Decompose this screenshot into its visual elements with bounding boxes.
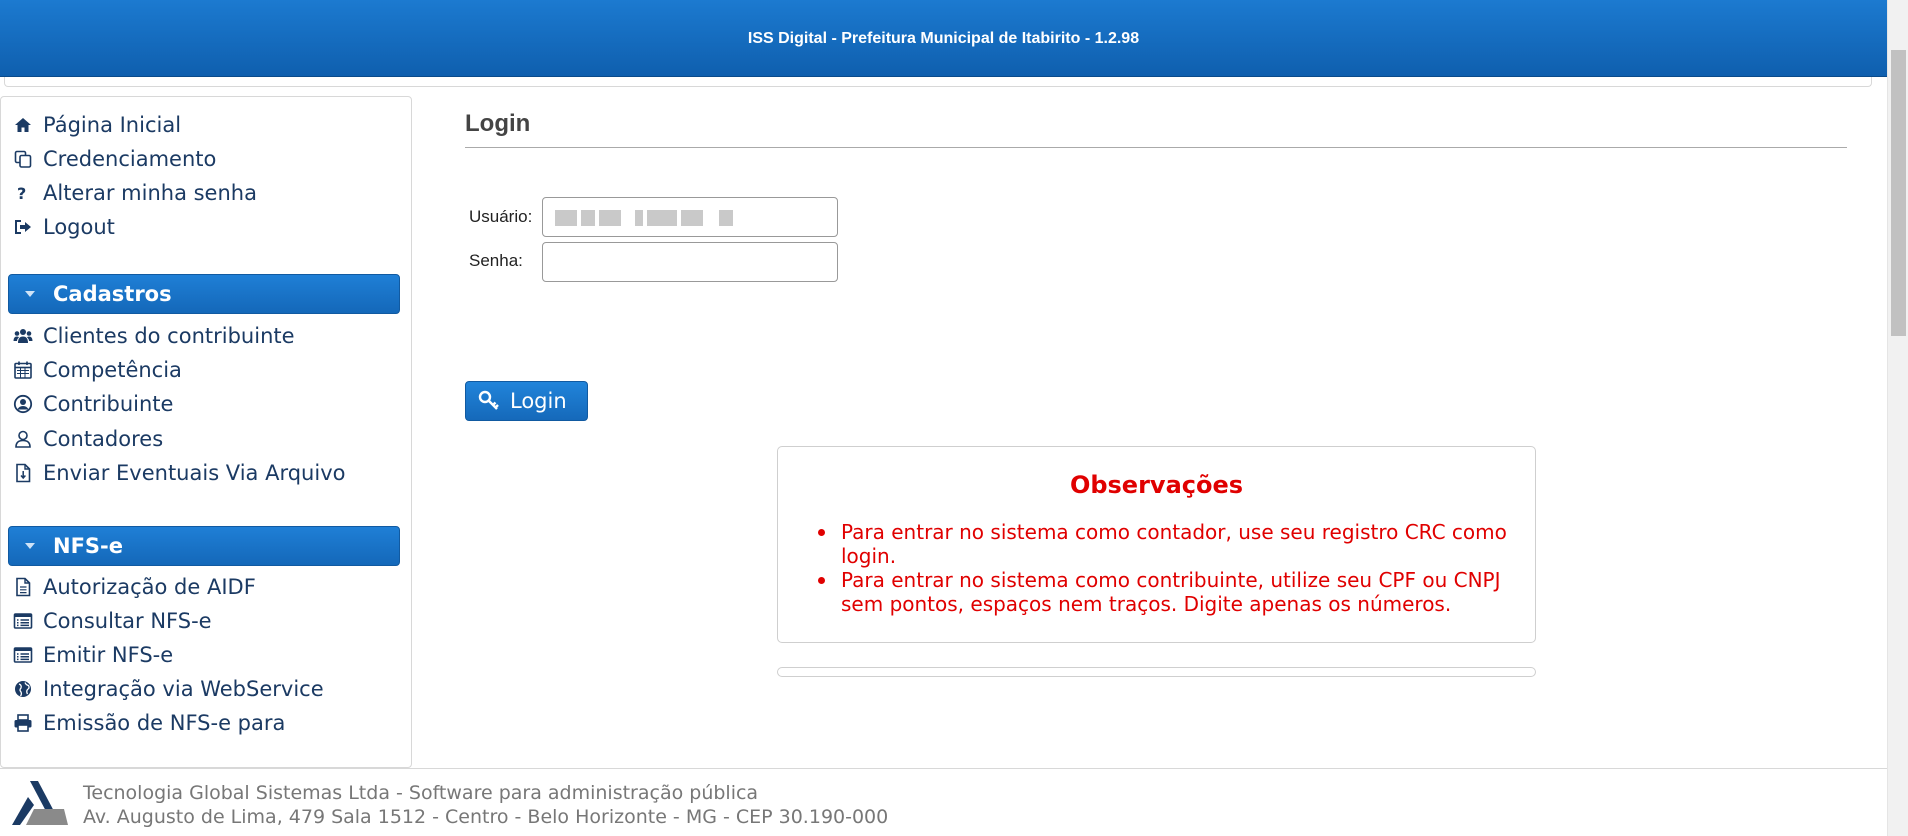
app-title: ISS Digital - Prefeitura Municipal de It… xyxy=(747,30,1140,47)
sidebar-item-label: Clientes do contribuinte xyxy=(43,324,295,348)
username-field[interactable] xyxy=(542,197,838,237)
section-header-cadastros[interactable]: Cadastros xyxy=(8,274,400,314)
scrollbar-thumb[interactable] xyxy=(1891,50,1906,336)
observacoes-title: Observações xyxy=(1069,471,1244,499)
sidebar-item-logout[interactable]: Logout xyxy=(13,210,115,244)
password-field[interactable] xyxy=(542,242,838,282)
question-icon: ? xyxy=(13,183,43,203)
caret-down-icon xyxy=(25,543,35,549)
print-icon xyxy=(13,713,43,733)
globe-icon xyxy=(13,679,43,699)
sidebar-item-label: Integração via WebService xyxy=(43,677,324,701)
sidebar-item-integracao-webservice[interactable]: Integração via WebService xyxy=(13,672,324,706)
sidebar-item-pagina-inicial[interactable]: Página Inicial xyxy=(13,108,181,142)
page-scrollbar[interactable] xyxy=(1887,0,1908,836)
sidebar-item-emissao-nfse-para[interactable]: Emissão de NFS-e para xyxy=(13,706,285,740)
sidebar-item-label: Emitir NFS-e xyxy=(43,643,174,667)
sidebar-item-label: Página Inicial xyxy=(43,113,182,137)
observacoes-panel: Observações Para entrar no sistema como … xyxy=(777,446,1536,643)
sidebar-item-label: Alterar minha senha xyxy=(43,181,257,205)
sidebar-item-consultar-nfse[interactable]: Consultar NFS-e xyxy=(13,604,212,638)
sidebar-item-credenciamento[interactable]: Credenciamento xyxy=(13,142,216,176)
users-icon xyxy=(13,326,43,346)
sidebar-item-label: Logout xyxy=(43,215,115,239)
list-item: Para entrar no sistema como contribuinte… xyxy=(818,568,1521,616)
user-circle-icon xyxy=(13,394,43,414)
sidebar-item-contribuinte[interactable]: Contribuinte xyxy=(13,387,173,421)
sidebar-item-label: Enviar Eventuais Via Arquivo xyxy=(43,461,346,485)
user-icon xyxy=(13,429,43,449)
sidebar-item-label: Contadores xyxy=(43,427,164,451)
footer-address: Av. Augusto de Lima, 479 Sala 1512 - Cen… xyxy=(83,806,889,828)
list-icon xyxy=(13,611,43,631)
sidebar-item-label: Autorização de AIDF xyxy=(43,575,256,599)
login-button-label: Login xyxy=(510,389,567,413)
title-divider xyxy=(465,147,1847,148)
section-header-label: NFS-e xyxy=(53,534,124,558)
sidebar-item-emitir-nfse[interactable]: Emitir NFS-e xyxy=(13,638,173,672)
footer: Tecnologia Global Sistemas Ltda - Softwa… xyxy=(0,768,1887,836)
observacoes-list: Para entrar no sistema como contador, us… xyxy=(818,520,1521,616)
copy-icon xyxy=(13,149,43,169)
sidebar-item-enviar-eventuais[interactable]: Enviar Eventuais Via Arquivo xyxy=(13,456,345,490)
svg-text:?: ? xyxy=(17,184,26,203)
sidebar-item-label: Credenciamento xyxy=(43,147,217,171)
sidebar-item-autorizacao-aidf[interactable]: Autorização de AIDF xyxy=(13,570,256,604)
sidebar-item-alterar-senha[interactable]: ? Alterar minha senha xyxy=(13,176,257,210)
company-logo xyxy=(12,781,68,825)
file-upload-icon xyxy=(13,463,43,483)
footer-company: Tecnologia Global Sistemas Ltda - Softwa… xyxy=(83,782,759,804)
sidebar-item-contadores[interactable]: Contadores xyxy=(13,422,163,456)
sidebar: Página Inicial Credenciamento ? Alterar … xyxy=(0,96,412,768)
key-icon xyxy=(478,390,499,410)
empty-panel xyxy=(777,667,1536,677)
sign-out-icon xyxy=(13,217,43,237)
section-header-label: Cadastros xyxy=(53,282,172,306)
header-substrip xyxy=(4,77,1872,87)
list-item: Para entrar no sistema como contador, us… xyxy=(818,520,1521,568)
login-button[interactable]: Login xyxy=(465,381,588,421)
caret-down-icon xyxy=(25,291,35,297)
sidebar-item-competencia[interactable]: Competência xyxy=(13,353,182,387)
home-icon xyxy=(13,115,43,135)
page-title: Login xyxy=(465,110,531,137)
sidebar-item-label: Consultar NFS-e xyxy=(43,609,212,633)
sidebar-item-label: Contribuinte xyxy=(43,392,174,416)
calendar-icon xyxy=(13,360,43,380)
password-label: Senha: xyxy=(469,251,523,270)
sidebar-item-label: Emissão de NFS-e para xyxy=(43,711,286,735)
list-icon xyxy=(13,645,43,665)
username-label: Usuário: xyxy=(469,207,533,226)
sidebar-item-label: Competência xyxy=(43,358,182,382)
sidebar-item-clientes[interactable]: Clientes do contribuinte xyxy=(13,319,295,353)
app-header: ISS Digital - Prefeitura Municipal de It… xyxy=(0,0,1887,77)
section-header-nfse[interactable]: NFS-e xyxy=(8,526,400,566)
document-icon xyxy=(13,577,43,597)
masked-username-value xyxy=(555,210,745,226)
